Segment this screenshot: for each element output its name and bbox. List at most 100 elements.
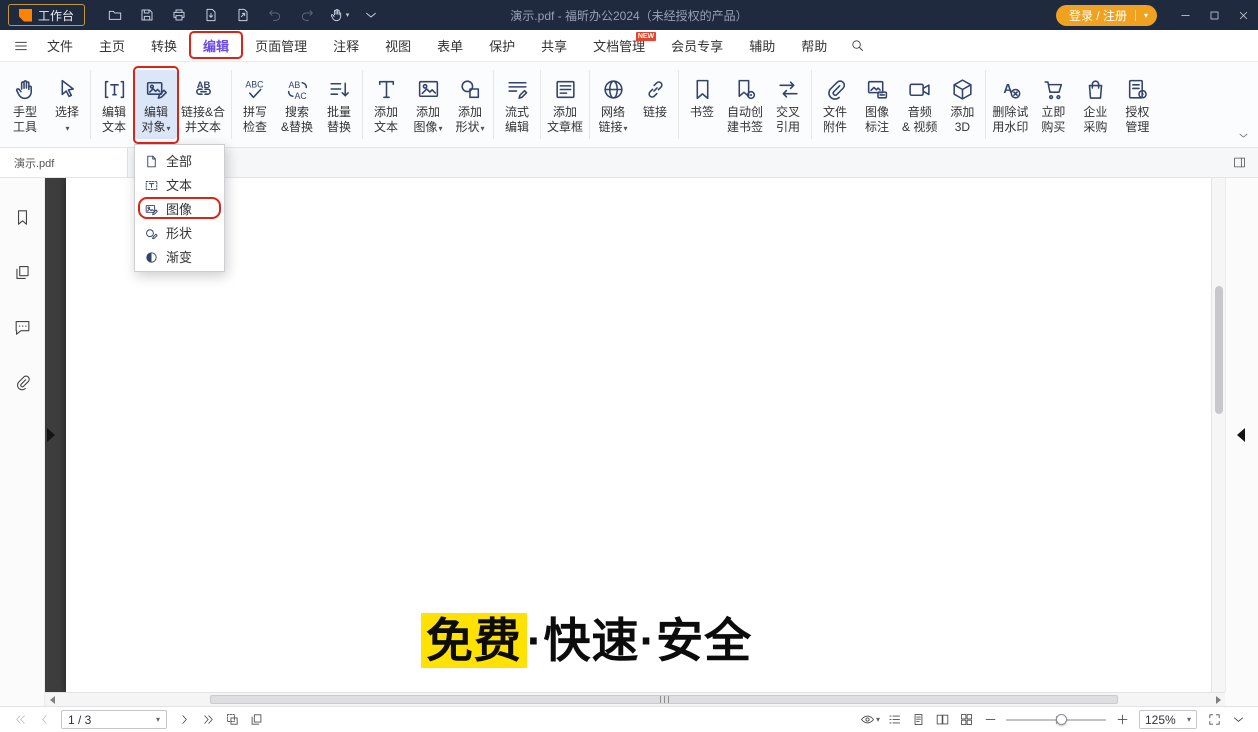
menu-tab-assist[interactable]: 辅助 — [736, 30, 788, 61]
prev-page-button[interactable] — [32, 709, 56, 731]
outline-view-button[interactable] — [882, 709, 906, 731]
menu-tab-home[interactable]: 主页 — [86, 30, 138, 61]
horizontal-scrollbar-thumb[interactable] — [210, 695, 1118, 704]
panel-comments-button[interactable] — [7, 312, 37, 342]
hamburger-menu-button[interactable] — [8, 33, 34, 59]
collapse-ribbon-button[interactable] — [1237, 129, 1250, 142]
open-file-button[interactable] — [102, 3, 128, 27]
maximize-button[interactable] — [1200, 0, 1229, 30]
ribbon-button-image-annotation[interactable]: 图像标注 — [856, 70, 898, 139]
dropdown-item-gradient[interactable]: 渐变 — [135, 244, 224, 268]
quick-hand-tool-button[interactable]: ▾ — [326, 3, 352, 27]
minimize-button[interactable] — [1171, 0, 1200, 30]
panel-pages-button[interactable] — [7, 257, 37, 287]
fullscreen-button[interactable] — [1202, 709, 1226, 731]
ribbon-button-add-text[interactable]: 添加文本 — [365, 70, 407, 139]
ribbon-button-add-article-box[interactable]: 添加文章框 — [543, 70, 587, 139]
menu-tab-edit[interactable]: 编辑 — [190, 30, 242, 61]
ribbon-button-bookmark[interactable]: 书签 — [681, 70, 723, 139]
ribbon-button-link-merge-text[interactable]: AB链接&合并文本 — [177, 70, 229, 139]
snapshot-button[interactable] — [220, 709, 244, 731]
page-number-select[interactable]: 1 / 3 ▾ — [61, 710, 167, 729]
undo-icon — [267, 7, 283, 23]
ribbon-button-cross-reference[interactable]: 交叉引用 — [767, 70, 809, 139]
panel-bookmarks-button[interactable] — [7, 202, 37, 232]
ribbon-button-buy-now[interactable]: 立即购买 — [1032, 70, 1074, 139]
menu-tab-comment[interactable]: 注释 — [320, 30, 372, 61]
ribbon-button-file-attachment[interactable]: 文件附件 — [814, 70, 856, 139]
copy-pages-button[interactable] — [244, 709, 268, 731]
ribbon-button-label: 批量 — [327, 105, 351, 120]
ribbon-button-add-image[interactable]: 添加图像▾ — [407, 70, 449, 139]
ribbon-button-license-management[interactable]: 授权管理 — [1116, 70, 1158, 139]
zoom-slider[interactable] — [1004, 709, 1108, 731]
single-page-view-button[interactable] — [906, 709, 930, 731]
next-page-button[interactable] — [172, 709, 196, 731]
ribbon-button-search-replace[interactable]: ABAC搜索&替换 — [276, 70, 318, 139]
customize-toolbar-button[interactable] — [358, 3, 384, 27]
pdf-page[interactable]: 免费·快速·安全 — [66, 178, 1211, 692]
zoom-slider-thumb[interactable] — [1056, 714, 1067, 725]
ribbon-button-select[interactable]: 选择▾ — [46, 70, 88, 139]
export-pdf-button[interactable] — [198, 3, 224, 27]
vertical-scrollbar-thumb[interactable] — [1215, 286, 1223, 414]
save-button[interactable] — [134, 3, 160, 27]
view-mode-button[interactable]: ▾ — [858, 709, 882, 731]
dropdown-item-shape[interactable]: 形状 — [135, 220, 224, 244]
document-tab[interactable]: 演示.pdf — [0, 148, 128, 177]
left-panel-expand-handle[interactable] — [47, 428, 55, 442]
menu-tab-file[interactable]: 文件 — [34, 30, 86, 61]
workspace-button[interactable]: 工作台 — [8, 4, 85, 26]
single-page-view-icon — [911, 712, 926, 727]
menu-tab-member[interactable]: 会员专享 — [658, 30, 736, 61]
zoom-in-button[interactable] — [1110, 709, 1134, 731]
horizontal-scrollbar[interactable] — [45, 692, 1225, 706]
menu-tab-form[interactable]: 表单 — [424, 30, 476, 61]
layout-toggle-button[interactable] — [1232, 155, 1247, 170]
print-button[interactable] — [166, 3, 192, 27]
ribbon-button-spell-check[interactable]: ABC拼写检查 — [234, 70, 276, 139]
create-pdf-button[interactable] — [230, 3, 256, 27]
ribbon-button-add-3d[interactable]: 添加3D — [941, 70, 983, 139]
ribbon-button-link[interactable]: 链接 — [634, 70, 676, 139]
vertical-scrollbar[interactable] — [1211, 178, 1225, 692]
scroll-left-button[interactable] — [45, 693, 59, 706]
menu-tab-share[interactable]: 共享 — [528, 30, 580, 61]
undo-button[interactable] — [262, 3, 288, 27]
dropdown-item-all[interactable]: 全部 — [135, 148, 224, 172]
menu-tab-convert[interactable]: 转换 — [138, 30, 190, 61]
menu-tab-doc-manage[interactable]: 文档管理NEW — [580, 30, 658, 61]
zoom-out-button[interactable] — [978, 709, 1002, 731]
facing-pages-view-button[interactable] — [930, 709, 954, 731]
dropdown-item-image[interactable]: 图像 — [135, 196, 224, 220]
ribbon-button-flow-edit[interactable]: 流式编辑 — [496, 70, 538, 139]
ribbon-button-edit-text[interactable]: 编辑文本 — [93, 70, 135, 139]
ribbon-button-audio-video[interactable]: 音频& 视频 — [898, 70, 941, 139]
redo-button[interactable] — [294, 3, 320, 27]
panel-attachments-button[interactable] — [7, 367, 37, 397]
dropdown-item-text[interactable]: 文本 — [135, 172, 224, 196]
menu-tab-protect[interactable]: 保护 — [476, 30, 528, 61]
collapse-statusbar-button[interactable] — [1226, 709, 1250, 731]
menu-tab-help[interactable]: 帮助 — [788, 30, 840, 61]
quad-pages-view-button[interactable] — [954, 709, 978, 731]
ribbon-button-auto-bookmark[interactable]: 自动创建书签 — [723, 70, 767, 139]
new-badge: NEW — [636, 32, 656, 41]
close-button[interactable] — [1229, 0, 1258, 30]
ribbon-button-remove-trial-watermark[interactable]: A删除试用水印 — [988, 70, 1032, 139]
scroll-right-button[interactable] — [1211, 693, 1225, 706]
ribbon-button-enterprise-purchase[interactable]: 企业采购 — [1074, 70, 1116, 139]
first-page-button[interactable] — [8, 709, 32, 731]
menu-tab-view[interactable]: 视图 — [372, 30, 424, 61]
ribbon-button-add-shape[interactable]: 添加形状▾ — [449, 70, 491, 139]
menu-search-button[interactable] — [842, 33, 872, 59]
ribbon-button-edit-object[interactable]: 编辑对象▾全部文本图像形状渐变 — [135, 70, 177, 139]
zoom-level-select[interactable]: 125% ▾ — [1139, 710, 1197, 729]
menu-tab-page-manage[interactable]: 页面管理 — [242, 30, 320, 61]
ribbon-button-hand-tool[interactable]: 手型工具 — [4, 70, 46, 139]
ribbon-button-web-link[interactable]: 网络链接▾ — [592, 70, 634, 139]
right-panel-expand-handle[interactable] — [1237, 428, 1245, 442]
ribbon-button-batch-replace[interactable]: 批量替换 — [318, 70, 360, 139]
last-page-button[interactable] — [196, 709, 220, 731]
login-button[interactable]: 登录 / 注册 ▾ — [1056, 5, 1157, 26]
